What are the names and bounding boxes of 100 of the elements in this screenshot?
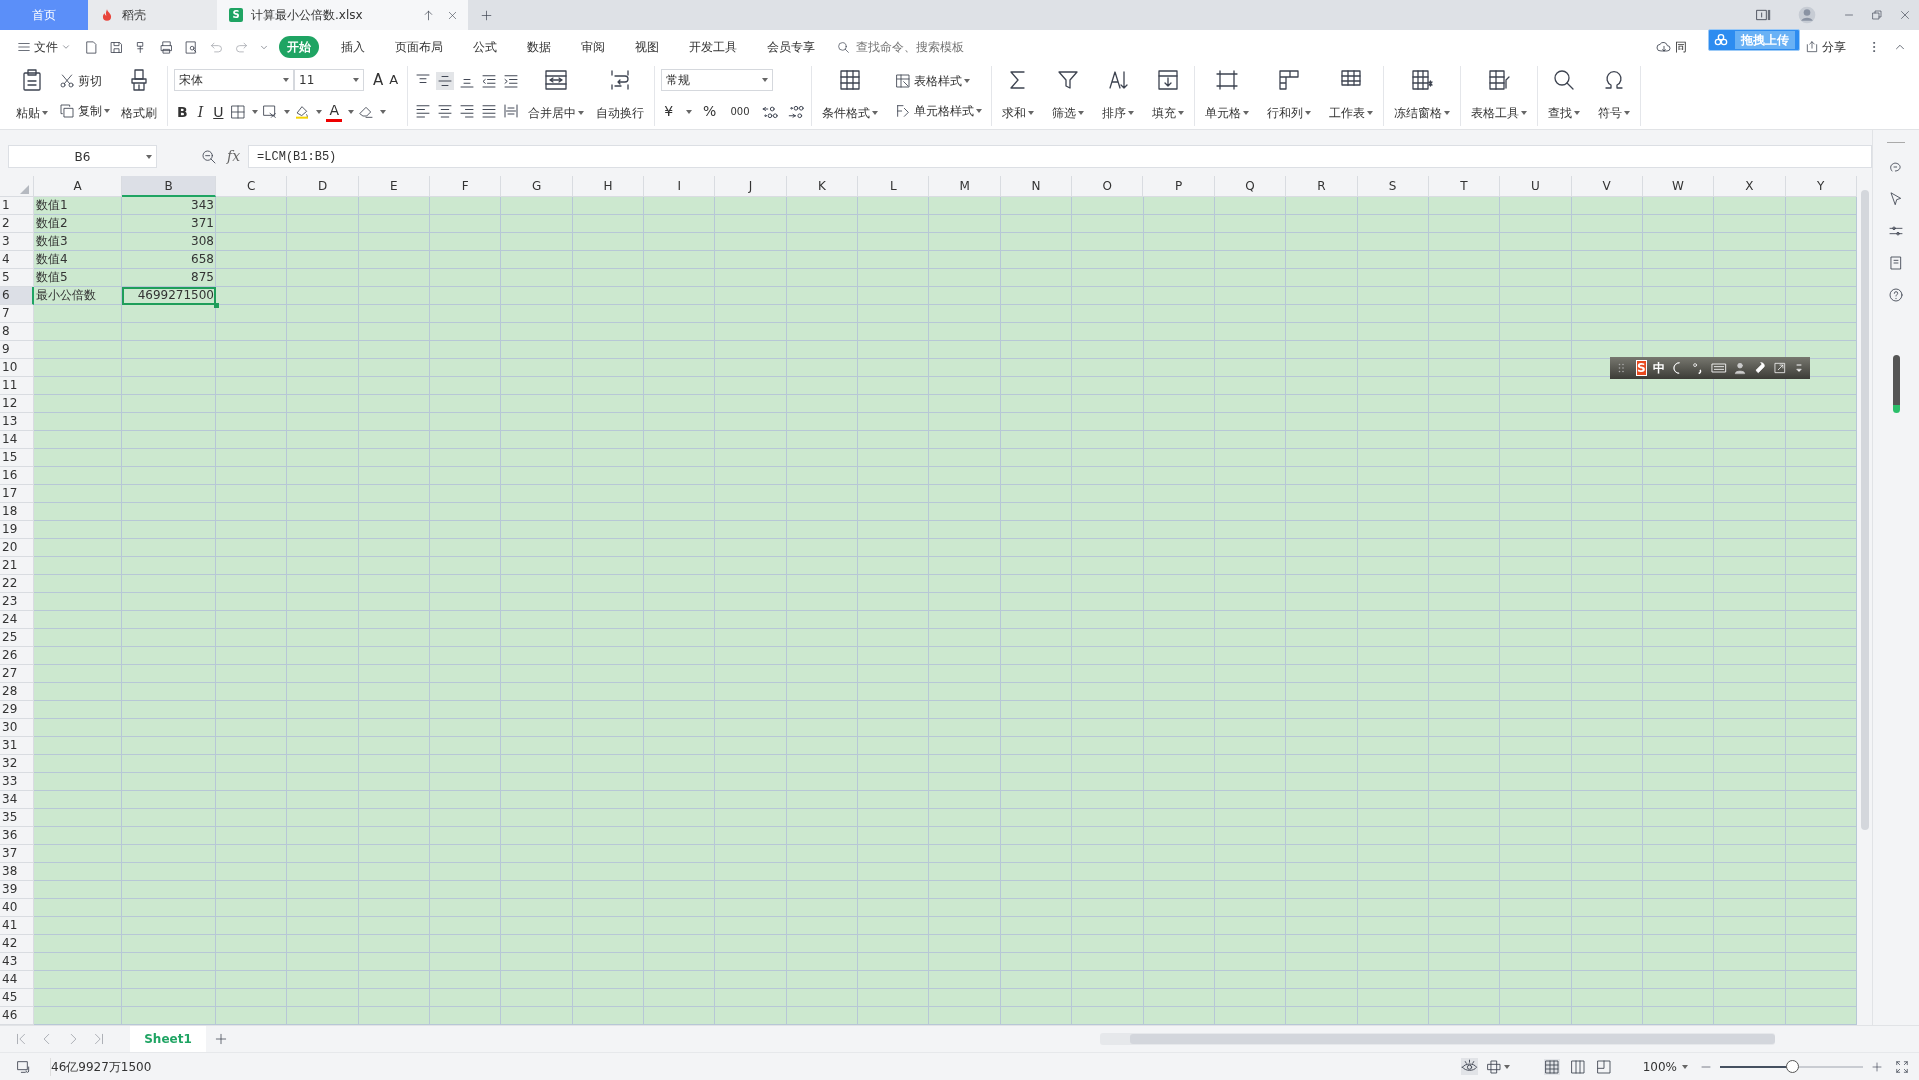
help-icon[interactable] — [1888, 287, 1904, 303]
row-header[interactable]: 37 — [0, 845, 34, 863]
table-cell[interactable]: 数值5 — [34, 269, 122, 287]
column-header[interactable]: R — [1286, 176, 1358, 197]
row-header[interactable]: 29 — [0, 701, 34, 719]
currency-button[interactable]: ¥ — [661, 99, 677, 124]
row-header[interactable]: 33 — [0, 773, 34, 791]
menu-tab[interactable]: 插入 — [333, 36, 373, 58]
row-header[interactable]: 2 — [0, 215, 34, 233]
row-header[interactable]: 4 — [0, 251, 34, 269]
menu-tab[interactable]: 数据 — [519, 36, 559, 58]
vertical-scrollbar[interactable] — [1857, 176, 1872, 1025]
preview-icon[interactable] — [184, 39, 199, 55]
page-break-icon[interactable] — [1595, 1058, 1612, 1075]
crosshair-icon[interactable] — [1485, 1058, 1502, 1075]
keyboard-icon[interactable] — [1710, 360, 1727, 376]
column-header[interactable]: T — [1428, 176, 1501, 197]
eye-icon[interactable] — [1460, 1058, 1478, 1075]
ribbon-button[interactable]: 查找 — [1543, 66, 1584, 124]
column-header[interactable]: U — [1500, 176, 1572, 197]
row-header[interactable]: 14 — [0, 431, 34, 449]
column-header[interactable]: K — [786, 176, 859, 197]
row-header[interactable]: 3 — [0, 233, 34, 251]
row-header[interactable]: 38 — [0, 863, 34, 881]
title-tab[interactable]: S 计算最小公倍数.xlsx — [217, 0, 468, 30]
row-header[interactable]: 22 — [0, 575, 34, 593]
close-icon[interactable] — [447, 9, 458, 21]
table-cell[interactable]: 875 — [122, 269, 216, 287]
row-header[interactable]: 7 — [0, 305, 34, 323]
column-header[interactable]: X — [1714, 176, 1786, 197]
row-header[interactable]: 36 — [0, 827, 34, 845]
save-icon[interactable] — [109, 39, 124, 55]
shrink-font-button[interactable]: A — [386, 68, 402, 92]
table-cell[interactable]: 数值3 — [34, 233, 122, 251]
menu-tab[interactable]: 审阅 — [573, 36, 613, 58]
title-tab[interactable]: 稻壳 — [88, 0, 217, 30]
row-header[interactable]: 1 — [0, 197, 34, 215]
column-header[interactable]: D — [287, 176, 359, 197]
arrow-up-icon[interactable] — [422, 8, 435, 22]
document-icon[interactable] — [1888, 255, 1904, 271]
size-select[interactable]: 11 — [294, 69, 364, 91]
justify-icon[interactable] — [480, 102, 499, 120]
grow-font-button[interactable]: A — [370, 68, 387, 92]
file-menu[interactable]: 文件 — [14, 35, 74, 59]
zoom-icon[interactable] — [201, 148, 217, 165]
row-header[interactable]: 41 — [0, 917, 34, 935]
restore-icon[interactable] — [1871, 9, 1883, 21]
row-header[interactable]: 32 — [0, 755, 34, 773]
table-cell[interactable]: 数值1 — [34, 197, 122, 215]
number-format-select[interactable]: 常规 — [661, 68, 774, 91]
outdent-icon[interactable] — [480, 72, 499, 90]
ribbon-button[interactable]: 求和 — [997, 66, 1038, 124]
cursor-icon[interactable] — [1888, 191, 1904, 207]
menu-tab[interactable]: 公式 — [465, 36, 505, 58]
row-header[interactable]: 25 — [0, 629, 34, 647]
column-header[interactable]: I — [644, 176, 716, 197]
share-button[interactable]: 分享 — [1802, 35, 1849, 59]
ribbon-button[interactable]: 复制 — [56, 99, 113, 123]
menu-tab[interactable]: 开发工具 — [681, 36, 745, 58]
ribbon-button[interactable]: 剪切 — [56, 69, 113, 93]
row-header[interactable]: 26 — [0, 647, 34, 665]
table-cell[interactable]: 343 — [122, 197, 216, 215]
row-header[interactable]: 31 — [0, 737, 34, 755]
ribbon-button[interactable]: 条件格式 — [817, 66, 882, 124]
row-header[interactable]: 11 — [0, 377, 34, 395]
close-icon[interactable] — [1899, 9, 1911, 21]
row-header[interactable]: 23 — [0, 593, 34, 611]
borders-icon[interactable] — [230, 104, 247, 120]
row-header[interactable]: 21 — [0, 557, 34, 575]
ribbon-button[interactable]: 符号 — [1593, 66, 1634, 124]
macro-icon[interactable] — [16, 1058, 32, 1075]
row-header[interactable]: 16 — [0, 467, 34, 485]
column-header[interactable]: O — [1072, 176, 1144, 197]
new-tab-icon[interactable] — [480, 8, 493, 22]
column-header[interactable]: G — [501, 176, 573, 197]
ribbon-button[interactable]: 筛选 — [1047, 66, 1088, 124]
font-color-button[interactable]: A — [326, 102, 343, 122]
row-header[interactable]: 8 — [0, 323, 34, 341]
row-header[interactable]: 43 — [0, 953, 34, 971]
row-header[interactable]: 5 — [0, 269, 34, 287]
row-header[interactable]: 24 — [0, 611, 34, 629]
menu-tab[interactable]: 页面布局 — [387, 36, 451, 58]
row-header[interactable]: 35 — [0, 809, 34, 827]
fill-handle[interactable] — [214, 303, 219, 308]
function-button[interactable]: fx — [227, 146, 241, 167]
ribbon-button[interactable]: 合并居中 — [524, 66, 589, 124]
ribbon-button[interactable]: 表格工具 — [1466, 66, 1531, 124]
row-header[interactable]: 10 — [0, 359, 34, 377]
table-cell[interactable]: 数值2 — [34, 215, 122, 233]
column-header[interactable]: V — [1571, 176, 1643, 197]
column-header[interactable]: F — [430, 176, 502, 197]
table-cell[interactable]: 4699271500 — [122, 287, 216, 305]
ribbon-button[interactable]: 单元格样式 — [891, 99, 985, 123]
fullscreen-icon[interactable] — [1895, 1059, 1909, 1074]
popout-icon[interactable] — [1772, 361, 1787, 375]
fill-color-icon[interactable] — [294, 104, 311, 120]
ribbon-button[interactable]: 工作表 — [1324, 66, 1377, 124]
column-header[interactable]: M — [929, 176, 1001, 197]
table-cell[interactable]: 371 — [122, 215, 216, 233]
ribbon-button[interactable]: 填充 — [1147, 66, 1188, 124]
